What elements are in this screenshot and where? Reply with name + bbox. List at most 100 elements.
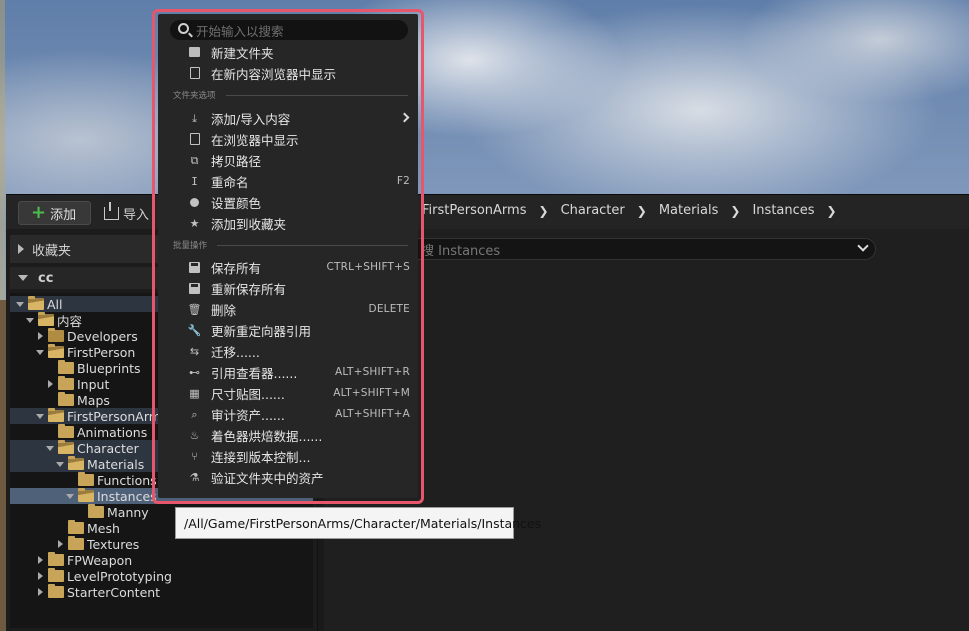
folder-open-icon xyxy=(38,312,54,326)
add-button-label: 添加 xyxy=(50,207,77,223)
expand-down-icon[interactable] xyxy=(34,349,46,355)
tree-item-label: Animations xyxy=(77,424,148,440)
submenu-chevron-icon xyxy=(399,112,410,123)
menu-item-label: 重命名 xyxy=(211,174,249,190)
expand-right-icon[interactable] xyxy=(34,556,46,564)
expand-down-icon[interactable] xyxy=(64,493,76,499)
folder-icon xyxy=(48,552,64,566)
import-button[interactable]: 导入 xyxy=(104,201,149,225)
menu-item[interactable]: 保存所有 CTRL+SHIFT+S xyxy=(158,257,418,277)
menu-item[interactable]: ⵊ 重命名 F2 xyxy=(158,171,418,191)
folder-open-icon xyxy=(48,408,64,422)
menu-item[interactable]: 重新保存所有 xyxy=(158,278,418,298)
folder-icon xyxy=(68,520,84,534)
tree-item-label: FirstPerson xyxy=(67,344,136,360)
menu-item[interactable]: 新建文件夹 xyxy=(158,42,418,62)
menu-item[interactable]: ⤓ 添加/导入内容 xyxy=(158,108,418,128)
expand-down-icon[interactable] xyxy=(24,317,36,323)
menu-item-label: 尺寸贴图...... xyxy=(211,386,285,402)
folder-context-menu: 开始输入以搜索 文件夹选项 批量操作 新建文件夹 在新内容浏览器中显示 ⤓ 添加/导入… xyxy=(158,14,418,498)
menu-item[interactable]: ▦ 尺寸贴图...... ALT+SHIFT+M xyxy=(158,383,418,403)
tree-item[interactable]: FPWeapon xyxy=(10,552,313,568)
menu-item-label: 着色器烘焙数据...... xyxy=(211,428,323,444)
expand-down-icon[interactable] xyxy=(54,461,66,467)
tree-item-label: Maps xyxy=(77,392,110,408)
folder-open-icon xyxy=(28,296,44,310)
menu-item[interactable]: ⌕ 审计资产...... ALT+SHIFT+A xyxy=(158,404,418,424)
folder-icon xyxy=(58,424,74,438)
tree-item-label: Textures xyxy=(87,536,140,552)
path-tooltip: /All/Game/FirstPersonArms/Character/Mate… xyxy=(175,507,541,539)
menu-item[interactable]: ⑂ 连接到版本控制... xyxy=(158,446,418,466)
menu-item-label: 删除 xyxy=(211,302,237,318)
rename-icon: ⵊ xyxy=(191,174,198,188)
expand-right-icon[interactable] xyxy=(44,380,56,388)
menu-item[interactable]: 在浏览器中显示 xyxy=(158,129,418,149)
menu-item[interactable]: ★ 添加到收藏夹 xyxy=(158,213,418,233)
import-button-label: 导入 xyxy=(123,207,150,223)
chevron-right-icon[interactable]: ❯ xyxy=(533,204,555,218)
menu-item-label: 新建文件夹 xyxy=(211,45,274,61)
shader-icon: ♨ xyxy=(189,428,200,442)
expand-right-icon[interactable] xyxy=(34,332,46,340)
expand-right-icon[interactable] xyxy=(54,540,66,548)
breadcrumb-item[interactable]: FirstPersonArms xyxy=(416,203,533,218)
collection-label: cc xyxy=(38,270,54,286)
star-icon: ★ xyxy=(189,216,200,230)
folder-icon xyxy=(58,392,74,406)
breadcrumb-item[interactable]: Character xyxy=(555,203,631,218)
section-folder-options: 文件夹选项 xyxy=(173,89,408,101)
tree-item-label: Blueprints xyxy=(77,360,141,376)
folder-open-icon xyxy=(68,456,84,470)
folder-icon xyxy=(88,504,104,518)
menu-item[interactable]: ⇆ 迁移...... xyxy=(158,341,418,361)
color-icon xyxy=(188,196,201,208)
reference-viewer-icon: ⊷ xyxy=(189,365,200,379)
menu-item-label: 设置颜色 xyxy=(211,195,262,211)
tree-item-label: Functions xyxy=(97,472,157,488)
asset-search-input[interactable]: 搜 Instances xyxy=(408,238,876,260)
add-button[interactable]: + 添加 xyxy=(18,201,91,225)
menu-search-placeholder: 开始输入以搜索 xyxy=(196,23,284,39)
import-icon: ⤓ xyxy=(192,111,197,125)
expand-right-icon[interactable] xyxy=(34,572,46,580)
tree-item[interactable]: LevelPrototyping xyxy=(10,568,313,584)
chevron-right-icon[interactable]: ❯ xyxy=(821,204,843,218)
menu-item[interactable]: ⧉ 拷贝路径 xyxy=(158,150,418,170)
breadcrumb: FirstPersonArms ❯ Character ❯ Materials … xyxy=(416,203,843,218)
tree-item-label: FPWeapon xyxy=(67,552,133,568)
expand-down-icon[interactable] xyxy=(34,413,46,419)
menu-item[interactable]: ⊷ 引用查看器...... ALT+SHIFT+R xyxy=(158,362,418,382)
audit-icon: ⌕ xyxy=(191,407,198,421)
menu-item-shortcut: F2 xyxy=(396,175,410,187)
expand-down-icon[interactable] xyxy=(44,445,56,451)
menu-item-label: 保存所有 xyxy=(211,260,262,276)
expand-down-icon xyxy=(18,275,28,281)
breadcrumb-item[interactable]: Instances xyxy=(746,203,820,218)
menu-item[interactable]: 🔧 更新重定向器引用 xyxy=(158,320,418,340)
folder-icon xyxy=(48,568,64,582)
favorites-label: 收藏夹 xyxy=(32,243,72,259)
menu-item[interactable]: 在新内容浏览器中显示 xyxy=(158,63,418,83)
menu-item[interactable]: 设置颜色 xyxy=(158,192,418,212)
tree-item[interactable]: StarterContent xyxy=(10,584,313,600)
menu-item[interactable]: 🗑 删除 DELETE xyxy=(158,299,418,319)
folder-open-icon xyxy=(48,344,64,358)
breadcrumb-item[interactable]: Materials xyxy=(653,203,725,218)
migrate-icon: ⇆ xyxy=(189,344,200,358)
menu-item-shortcut: ALT+SHIFT+M xyxy=(333,387,410,399)
content-browser: + 添加 导入 FirstPersonArms ❯ Character ❯ Ma… xyxy=(6,194,969,631)
menu-item-label: 迁移...... xyxy=(211,344,260,360)
chevron-right-icon[interactable]: ❯ xyxy=(724,204,746,218)
chevron-down-icon[interactable] xyxy=(857,240,869,252)
expand-down-icon[interactable] xyxy=(14,301,26,307)
plus-icon: + xyxy=(31,202,47,223)
menu-search-input[interactable]: 开始输入以搜索 xyxy=(170,20,408,40)
menu-item[interactable]: ⚗ 验证文件夹中的资产 xyxy=(158,467,418,487)
menu-item[interactable]: ♨ 着色器烘焙数据...... xyxy=(158,425,418,445)
tree-item-label: Mesh xyxy=(87,520,120,536)
chevron-right-icon[interactable]: ❯ xyxy=(631,204,653,218)
expand-right-icon[interactable] xyxy=(34,588,46,596)
source-control-icon: ⑂ xyxy=(191,449,198,463)
tree-item-label: All xyxy=(47,296,63,312)
